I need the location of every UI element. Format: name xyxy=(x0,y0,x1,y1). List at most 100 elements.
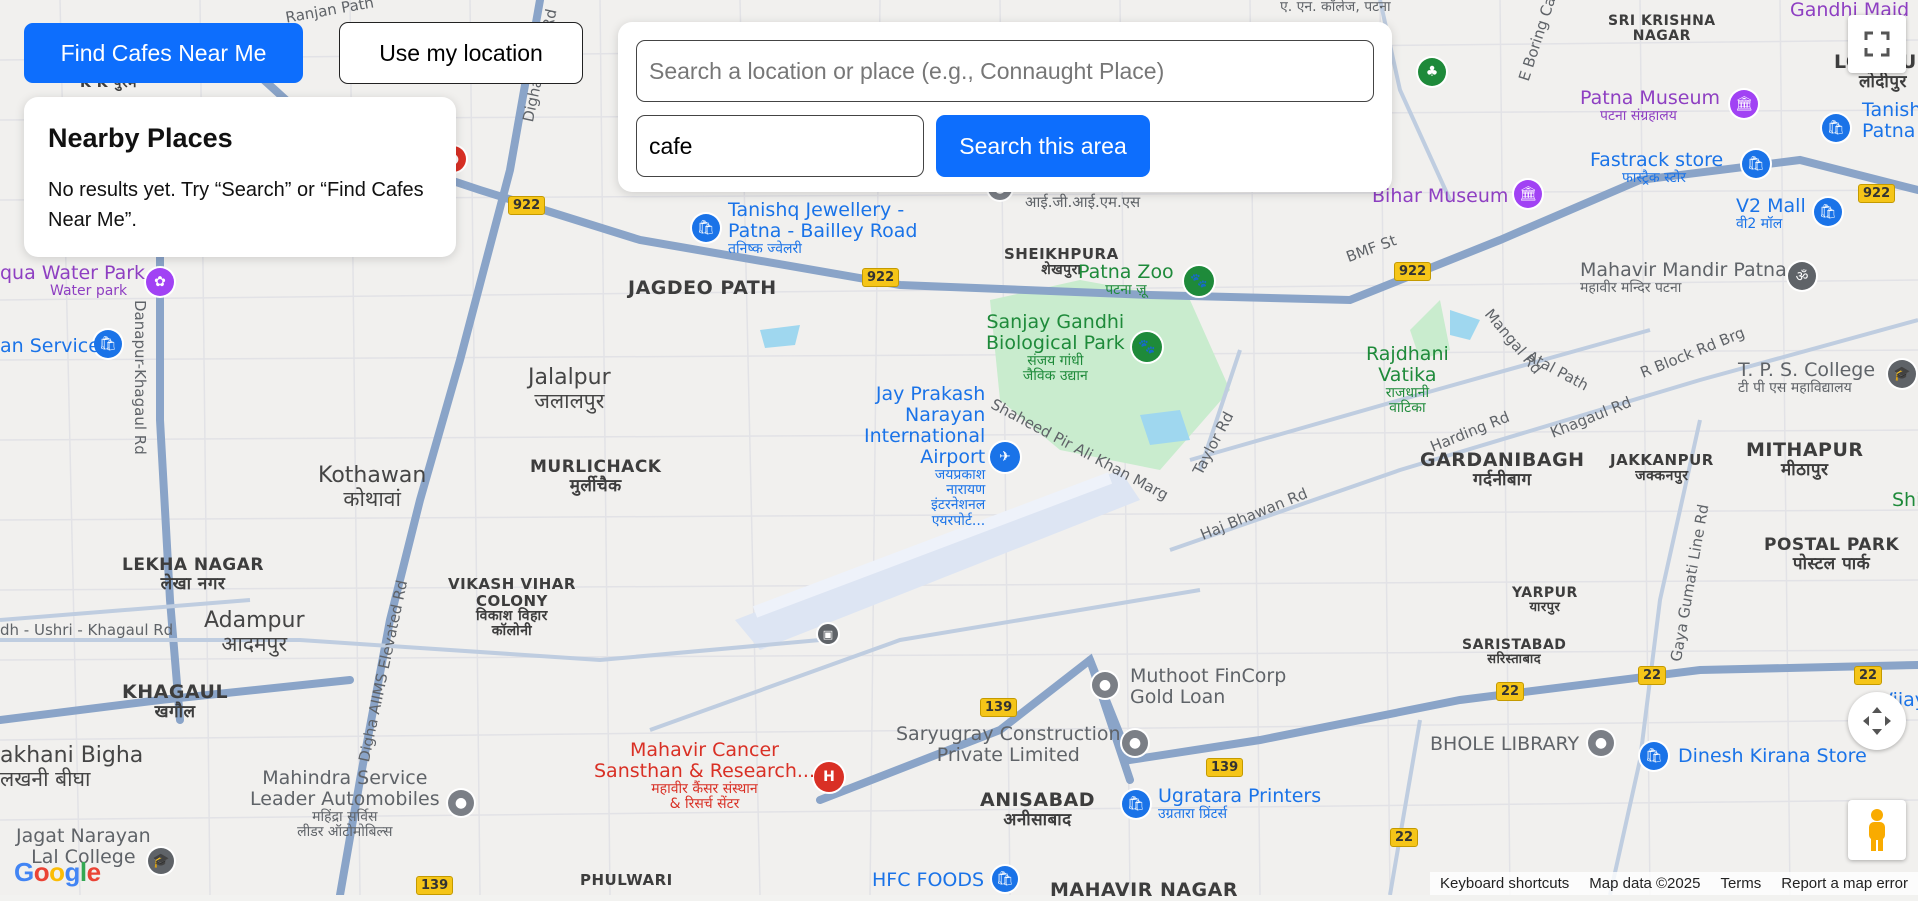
shopping-bag-icon[interactable]: 🛍 xyxy=(692,214,720,242)
area-label-jagdeo-path: JAGDEO PATH xyxy=(628,277,777,299)
location-search-input[interactable] xyxy=(636,40,1374,102)
camera-control-button[interactable] xyxy=(1848,692,1906,750)
area-label-mahavir-nagar: MAHAVIR NAGAR xyxy=(1050,879,1238,901)
poi-bhole-library[interactable]: BHOLE LIBRARY xyxy=(1430,734,1579,755)
area-label-lakhani-bigha: akhani Bigha लखनी बीघा xyxy=(0,743,144,792)
area-label-murlichack: MURLICHACK मुर्लीचैक xyxy=(530,457,662,496)
poi-v2-mall[interactable]: V2 Mall वी2 मॉल xyxy=(1736,196,1806,232)
google-logo: Google xyxy=(14,857,101,887)
keyword-input[interactable] xyxy=(636,115,924,177)
area-label-saristabad: SARISTABAD सरिस्ताबाद xyxy=(1462,637,1567,668)
area-label-jakkanpur: JAKKANPUR जक्कनपुर xyxy=(1610,451,1714,484)
highway-shield: 139 xyxy=(1206,758,1244,777)
poi-ugratara[interactable]: Ugratara Printers उग्रतारा प्रिंटर्स xyxy=(1158,786,1321,822)
area-label-gardanibagh: GARDANIBAGH गर्दनीबाग xyxy=(1420,449,1585,490)
area-label-jalalpur: Jalalpur जलालपुर xyxy=(528,365,611,414)
poi-patna-museum[interactable]: Patna Museum पटना संग्रहालय xyxy=(1580,88,1720,124)
shopping-bag-icon[interactable]: 🛍 xyxy=(1742,150,1770,178)
poi-patna-zoo[interactable]: Patna Zoo पटना ज़ू xyxy=(1078,262,1174,298)
shopping-bag-icon[interactable]: 🛍 xyxy=(1640,742,1668,770)
use-location-button[interactable]: Use my location xyxy=(339,22,583,84)
airport-plane-icon[interactable]: ✈ xyxy=(990,442,1020,472)
highway-shield: 922 xyxy=(508,196,546,215)
road-label-ushri-khagaul: dh - Ushri - Khagaul Rd xyxy=(0,621,174,639)
area-label-phulwari: PHULWARI xyxy=(580,871,673,889)
park-paw-icon[interactable]: 🐾 xyxy=(1132,332,1162,362)
poi-airport[interactable]: Jay Prakash Narayan International Airpor… xyxy=(864,384,985,529)
museum-icon[interactable]: 🏛 xyxy=(1730,90,1758,118)
area-label-anisabad: ANISABAD अनीसाबाद xyxy=(980,789,1096,830)
pegman-icon xyxy=(1869,809,1885,851)
shopping-bag-icon[interactable]: 🛍 xyxy=(992,866,1018,892)
search-area-button[interactable]: Search this area xyxy=(936,115,1150,177)
place-marker-icon[interactable]: ● xyxy=(1122,730,1148,756)
train-station-icon[interactable]: ▣ xyxy=(818,624,838,644)
poi-water-park[interactable]: qua Water Park Water park xyxy=(0,263,145,299)
nearby-places-title: Nearby Places xyxy=(48,123,233,153)
highway-shield: 922 xyxy=(862,268,900,287)
place-marker-icon[interactable]: ● xyxy=(1092,672,1118,698)
area-label-khagaul: KHAGAUL खगौल xyxy=(122,681,229,722)
poi-muthoot[interactable]: Muthoot FinCorp Gold Loan xyxy=(1130,666,1286,708)
poi-an-college: ए. एन. कॉलेज, पटना xyxy=(1280,0,1391,15)
shopping-bag-icon[interactable]: 🛍 xyxy=(1122,790,1150,818)
water-park-icon[interactable]: ✿ xyxy=(146,268,174,296)
hospital-icon[interactable]: H xyxy=(814,762,844,792)
area-label-postal-park: POSTAL PARK पोस्टल पार्क xyxy=(1764,535,1900,574)
highway-shield: 22 xyxy=(1496,682,1525,701)
road-label-danapur-khagaul: Danapur-Khagaul Rd xyxy=(131,300,149,455)
report-error-link[interactable]: Report a map error xyxy=(1771,875,1918,892)
terms-link[interactable]: Terms xyxy=(1710,875,1771,892)
place-marker-icon[interactable]: ● xyxy=(1588,730,1614,756)
highway-shield: 922 xyxy=(1858,184,1896,203)
poi-shiv[interactable]: Shiv xyxy=(1892,490,1918,511)
poi-mahavir-mandir[interactable]: Mahavir Mandir Patna महावीर मन्दिर पटना xyxy=(1580,260,1787,296)
poi-igims: आई.जी.आई.एम.एस xyxy=(1025,193,1141,211)
highway-shield: 139 xyxy=(416,876,454,895)
poi-tps-college[interactable]: T. P. S. College टी पी एस महाविद्यालय xyxy=(1738,360,1875,396)
area-label-vikash-vihar: VIKASH VIHAR COLONY विकाश विहार कॉलोनी xyxy=(448,575,576,640)
poi-tanishq[interactable]: Tanishq Jewellery - Patna - Bailley Road… xyxy=(728,200,917,257)
place-marker-icon[interactable]: ● xyxy=(448,790,474,816)
area-label-lekha-nagar: LEKHA NAGAR लेखा नगर xyxy=(122,555,265,594)
area-label-kothawan: Kothawan कोथावां xyxy=(318,463,427,512)
poi-fastrack[interactable]: Fastrack store फास्ट्रैक स्टोर xyxy=(1590,150,1723,186)
poi-dinesh-kirana[interactable]: Dinesh Kirana Store xyxy=(1678,746,1867,767)
zoo-paw-icon[interactable]: 🐾 xyxy=(1184,266,1214,296)
temple-icon[interactable]: ॐ xyxy=(1788,262,1816,290)
area-label-mithapur: MITHAPUR मीठापुर xyxy=(1746,439,1864,480)
area-label-yarpur: YARPUR यारपुर xyxy=(1512,585,1578,616)
school-icon[interactable]: 🎓 xyxy=(1888,360,1916,388)
keyboard-shortcuts-link[interactable]: Keyboard shortcuts xyxy=(1430,875,1579,892)
fullscreen-button[interactable] xyxy=(1848,15,1906,73)
highway-shield: 22 xyxy=(1854,666,1883,685)
poi-mahavir-cancer[interactable]: Mahavir Cancer Sansthan & Research... महा… xyxy=(594,740,815,813)
highway-shield: 22 xyxy=(1638,666,1667,685)
camera-control-icon xyxy=(1863,707,1891,735)
poi-sanjay-gandhi[interactable]: Sanjay Gandhi Biological Park संजय गांधी … xyxy=(986,312,1125,385)
poi-saryugray[interactable]: Saryugray Construction Private Limited xyxy=(896,724,1121,766)
fullscreen-icon xyxy=(1864,31,1890,57)
area-label-adampur: Adampur आदमपुर xyxy=(204,608,305,657)
poi-bihar-museum[interactable]: Bihar Museum xyxy=(1372,186,1508,207)
nearby-places-panel: Nearby Places No results yet. Try “Searc… xyxy=(24,97,456,257)
search-card: Search this area xyxy=(618,22,1392,192)
poi-hfc-foods[interactable]: HFC FOODS xyxy=(872,870,984,891)
poi-rajdhani-vatika[interactable]: Rajdhani Vatika राजधानी वाटिका xyxy=(1366,344,1449,417)
highway-shield: 22 xyxy=(1390,828,1419,847)
nearby-places-empty-message: No results yet. Try “Search” or “Find Ca… xyxy=(48,179,424,231)
highway-shield: 139 xyxy=(980,698,1018,717)
poi-an-service[interactable]: an Service xyxy=(0,336,100,357)
poi-tanishq-right[interactable]: Tanish Patna xyxy=(1862,100,1918,142)
find-cafes-button[interactable]: Find Cafes Near Me xyxy=(24,23,303,83)
map-data-attribution: Map data ©2025 xyxy=(1589,875,1701,892)
school-icon[interactable]: 🎓 xyxy=(148,848,174,874)
shopping-bag-icon[interactable]: 🛍 xyxy=(1814,198,1842,226)
highway-shield: 922 xyxy=(1394,262,1432,281)
museum-icon[interactable]: 🏛 xyxy=(1514,180,1542,208)
street-view-pegman-button[interactable] xyxy=(1848,800,1906,860)
poi-mahindra[interactable]: Mahindra Service Leader Automobiles महिंद… xyxy=(250,768,440,841)
map-footer: Keyboard shortcuts Map data ©2025 Terms … xyxy=(1430,872,1918,895)
park-tree-icon[interactable]: ♣ xyxy=(1418,58,1446,86)
shopping-bag-icon[interactable]: 🛍 xyxy=(1822,114,1850,142)
